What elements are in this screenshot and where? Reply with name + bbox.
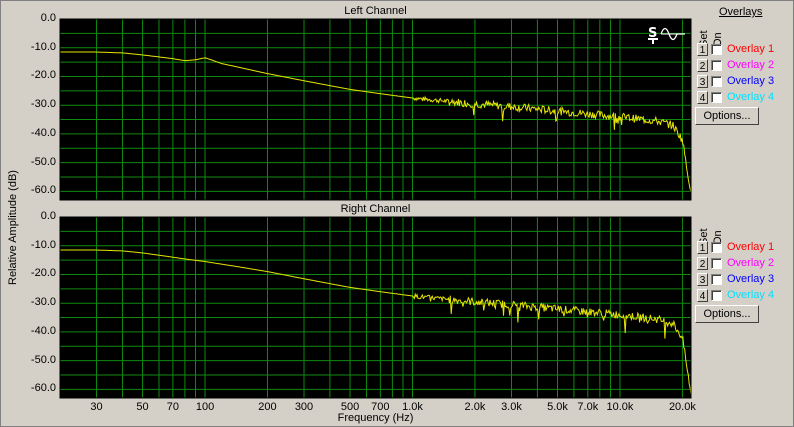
plot-title-2: Right Channel	[340, 203, 411, 215]
overlay-set-button-top-4[interactable]: 4	[697, 90, 708, 104]
y-tick-label: -30.0	[30, 296, 56, 309]
overlay-label-top-2: Overlay 2	[727, 59, 775, 71]
overlay-label-bottom-4: Overlay 4	[727, 289, 775, 301]
overlay-label-top-3: Overlay 3	[727, 75, 775, 87]
overlay-set-button-bottom-1[interactable]: 1	[697, 240, 708, 254]
options-button-top[interactable]: Options...	[695, 107, 759, 125]
y-tick-label: -30.0	[30, 98, 56, 111]
x-tick-label: 200	[258, 401, 277, 413]
overlay-label-bottom-1: Overlay 1	[727, 241, 775, 253]
overlay-set-button-top-1[interactable]: 1	[697, 42, 708, 56]
y-tick-label: -50.0	[30, 353, 56, 366]
y-tick-label: 0.0	[40, 210, 56, 222]
y-tick-label: -20.0	[30, 69, 56, 82]
y-tick-label: -10.0	[30, 40, 56, 53]
overlay-label-bottom-2: Overlay 2	[727, 257, 775, 269]
overlay-checkbox-bottom-1[interactable]	[711, 241, 722, 253]
overlay-set-button-top-2[interactable]: 2	[697, 58, 708, 72]
overlay-row-top-4: 4 Overlay 4	[697, 89, 774, 105]
y-tick-label: 0.0	[40, 12, 56, 24]
plot-title-1: Left Channel	[344, 5, 407, 17]
overlays-title: Overlays	[719, 6, 763, 18]
overlay-set-button-bottom-2[interactable]: 2	[697, 256, 708, 270]
overlay-row-bottom-4: 4 Overlay 4	[697, 287, 774, 303]
overlay-checkbox-top-2[interactable]	[711, 59, 722, 71]
x-tick-label: 100	[195, 401, 215, 413]
overlay-set-button-top-3[interactable]: 3	[697, 74, 708, 88]
overlay-checkbox-bottom-3[interactable]	[711, 273, 722, 285]
overlay-checkbox-top-3[interactable]	[711, 75, 722, 87]
overlay-label-top-1: Overlay 1	[727, 43, 775, 55]
x-tick-label: 10.0k	[606, 401, 634, 413]
overlay-row-top-2: 2 Overlay 2	[697, 57, 774, 73]
x-tick-label: 2.0k	[464, 401, 486, 413]
overlay-checkbox-top-4[interactable]	[711, 91, 722, 103]
y-tick-label: -50.0	[30, 155, 56, 168]
overlay-set-button-bottom-3[interactable]: 3	[697, 272, 708, 286]
y-tick-label: -10.0	[30, 238, 56, 251]
options-button-bottom[interactable]: Options...	[695, 305, 759, 323]
overlay-row-top-1: 1 Overlay 1	[697, 41, 774, 57]
plot-area-1	[60, 19, 691, 200]
y-tick-label: -40.0	[30, 324, 56, 337]
x-axis-label: Frequency (Hz)	[337, 412, 414, 424]
overlay-checkbox-top-1[interactable]	[711, 43, 722, 55]
overlay-row-bottom-2: 2 Overlay 2	[697, 255, 774, 271]
overlay-set-button-bottom-4[interactable]: 4	[697, 288, 708, 302]
x-tick-label: 300	[294, 401, 314, 413]
overlay-row-bottom-3: 3 Overlay 3	[697, 271, 774, 287]
x-tick-label: 30	[90, 401, 103, 413]
spectrum-window: S Overlays Set On 1 Overlay 1 2 Overlay …	[0, 0, 794, 427]
plot-area-2	[60, 217, 691, 398]
y-tick-label: -60.0	[30, 184, 56, 197]
overlay-checkbox-bottom-2[interactable]	[711, 257, 722, 269]
y-axis-label: Relative Amplitude (dB)	[7, 170, 19, 285]
y-tick-label: -60.0	[30, 382, 56, 395]
x-tick-label: 20.0k	[668, 401, 696, 413]
x-tick-label: 3.0k	[501, 401, 522, 413]
overlay-checkbox-bottom-4[interactable]	[711, 289, 722, 301]
overlay-label-bottom-3: Overlay 3	[727, 273, 775, 285]
y-tick-label: -20.0	[30, 267, 56, 280]
y-tick-label: -40.0	[30, 126, 56, 139]
overlay-row-bottom-1: 1 Overlay 1	[697, 239, 774, 255]
overlay-row-top-3: 3 Overlay 3	[697, 73, 774, 89]
overlay-label-top-4: Overlay 4	[727, 91, 775, 103]
